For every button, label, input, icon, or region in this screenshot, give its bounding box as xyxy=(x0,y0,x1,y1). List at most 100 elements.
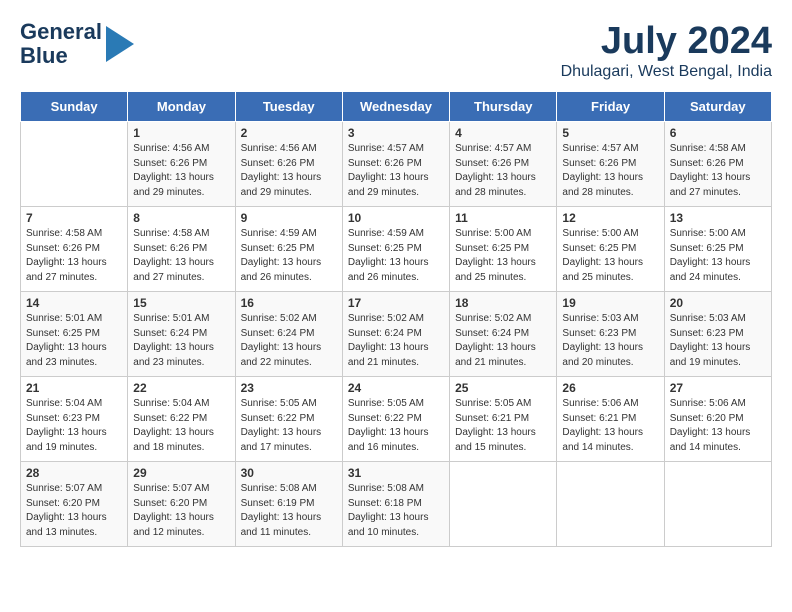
calendar-cell: 18 Sunrise: 5:02 AM Sunset: 6:24 PM Dayli… xyxy=(450,292,557,377)
cell-info: Sunrise: 5:02 AM Sunset: 6:24 PM Dayligh… xyxy=(455,312,551,370)
column-header-thursday: Thursday xyxy=(450,92,557,122)
cell-info: Sunrise: 5:04 AM Sunset: 6:23 PM Dayligh… xyxy=(26,397,122,455)
day-number: 12 xyxy=(562,211,658,225)
day-number: 26 xyxy=(562,381,658,395)
cell-info: Sunrise: 4:56 AM Sunset: 6:26 PM Dayligh… xyxy=(241,142,337,200)
cell-info: Sunrise: 5:04 AM Sunset: 6:22 PM Dayligh… xyxy=(133,397,229,455)
calendar-header-row: SundayMondayTuesdayWednesdayThursdayFrid… xyxy=(21,92,772,122)
cell-info: Sunrise: 5:06 AM Sunset: 6:21 PM Dayligh… xyxy=(562,397,658,455)
calendar-cell: 19Sunrise: 5:03 AM Sunset: 6:23 PM Dayli… xyxy=(557,292,664,377)
cell-info: Sunrise: 5:07 AM Sunset: 6:20 PM Dayligh… xyxy=(26,482,122,540)
day-number: 30 xyxy=(241,466,337,480)
calendar-cell: 9 Sunrise: 4:59 AM Sunset: 6:25 PM Daylig… xyxy=(235,207,342,292)
month-year-title: July 2024 xyxy=(561,20,772,63)
calendar-cell: 2 Sunrise: 4:56 AM Sunset: 6:26 PM Daylig… xyxy=(235,122,342,207)
day-number: 19 xyxy=(562,296,658,310)
calendar-cell: 27Sunrise: 5:06 AM Sunset: 6:20 PM Dayli… xyxy=(664,377,771,462)
column-header-tuesday: Tuesday xyxy=(235,92,342,122)
cell-info: Sunrise: 5:08 AM Sunset: 6:19 PM Dayligh… xyxy=(241,482,337,540)
day-number: 13 xyxy=(670,211,766,225)
week-row-5: 28 Sunrise: 5:07 AM Sunset: 6:20 PM Dayli… xyxy=(21,462,772,547)
cell-info: Sunrise: 5:07 AM Sunset: 6:20 PM Dayligh… xyxy=(133,482,229,540)
day-number: 29 xyxy=(133,466,229,480)
cell-info: Sunrise: 4:57 AM Sunset: 6:26 PM Dayligh… xyxy=(455,142,551,200)
cell-info: Sunrise: 5:02 AM Sunset: 6:24 PM Dayligh… xyxy=(241,312,337,370)
calendar-cell: 7Sunrise: 4:58 AM Sunset: 6:26 PM Daylig… xyxy=(21,207,128,292)
cell-info: Sunrise: 5:00 AM Sunset: 6:25 PM Dayligh… xyxy=(670,227,766,285)
calendar-cell: 15Sunrise: 5:01 AM Sunset: 6:24 PM Dayli… xyxy=(128,292,235,377)
calendar-cell: 17 Sunrise: 5:02 AM Sunset: 6:24 PM Dayli… xyxy=(342,292,449,377)
calendar-table: SundayMondayTuesdayWednesdayThursdayFrid… xyxy=(20,91,772,547)
day-number: 16 xyxy=(241,296,337,310)
cell-info: Sunrise: 4:57 AM Sunset: 6:26 PM Dayligh… xyxy=(562,142,658,200)
week-row-1: 1Sunrise: 4:56 AM Sunset: 6:26 PM Daylig… xyxy=(21,122,772,207)
calendar-cell xyxy=(664,462,771,547)
location-subtitle: Dhulagari, West Bengal, India xyxy=(561,63,772,81)
day-number: 23 xyxy=(241,381,337,395)
calendar-cell xyxy=(450,462,557,547)
day-number: 31 xyxy=(348,466,444,480)
day-number: 6 xyxy=(670,126,766,140)
day-number: 27 xyxy=(670,381,766,395)
cell-info: Sunrise: 4:58 AM Sunset: 6:26 PM Dayligh… xyxy=(133,227,229,285)
calendar-cell: 13 Sunrise: 5:00 AM Sunset: 6:25 PM Dayli… xyxy=(664,207,771,292)
day-number: 17 xyxy=(348,296,444,310)
calendar-cell xyxy=(557,462,664,547)
calendar-cell: 28 Sunrise: 5:07 AM Sunset: 6:20 PM Dayli… xyxy=(21,462,128,547)
cell-info: Sunrise: 5:05 AM Sunset: 6:22 PM Dayligh… xyxy=(348,397,444,455)
day-number: 20 xyxy=(670,296,766,310)
week-row-2: 7Sunrise: 4:58 AM Sunset: 6:26 PM Daylig… xyxy=(21,207,772,292)
cell-info: Sunrise: 4:56 AM Sunset: 6:26 PM Dayligh… xyxy=(133,142,229,200)
calendar-cell: 23 Sunrise: 5:05 AM Sunset: 6:22 PM Dayli… xyxy=(235,377,342,462)
day-number: 18 xyxy=(455,296,551,310)
logo-text: General Blue xyxy=(20,20,102,68)
day-number: 8 xyxy=(133,211,229,225)
calendar-cell: 21Sunrise: 5:04 AM Sunset: 6:23 PM Dayli… xyxy=(21,377,128,462)
column-header-friday: Friday xyxy=(557,92,664,122)
calendar-cell: 25 Sunrise: 5:05 AM Sunset: 6:21 PM Dayli… xyxy=(450,377,557,462)
cell-info: Sunrise: 5:00 AM Sunset: 6:25 PM Dayligh… xyxy=(455,227,551,285)
calendar-cell: 5Sunrise: 4:57 AM Sunset: 6:26 PM Daylig… xyxy=(557,122,664,207)
calendar-cell: 10Sunrise: 4:59 AM Sunset: 6:25 PM Dayli… xyxy=(342,207,449,292)
calendar-cell: 11Sunrise: 5:00 AM Sunset: 6:25 PM Dayli… xyxy=(450,207,557,292)
day-number: 28 xyxy=(26,466,122,480)
page-header: General Blue July 2024 Dhulagari, West B… xyxy=(20,20,772,81)
day-number: 10 xyxy=(348,211,444,225)
cell-info: Sunrise: 5:01 AM Sunset: 6:25 PM Dayligh… xyxy=(26,312,122,370)
cell-info: Sunrise: 5:05 AM Sunset: 6:22 PM Dayligh… xyxy=(241,397,337,455)
calendar-cell: 26 Sunrise: 5:06 AM Sunset: 6:21 PM Dayli… xyxy=(557,377,664,462)
day-number: 2 xyxy=(241,126,337,140)
cell-info: Sunrise: 5:00 AM Sunset: 6:25 PM Dayligh… xyxy=(562,227,658,285)
cell-info: Sunrise: 4:58 AM Sunset: 6:26 PM Dayligh… xyxy=(670,142,766,200)
cell-info: Sunrise: 4:59 AM Sunset: 6:25 PM Dayligh… xyxy=(241,227,337,285)
calendar-cell: 12 Sunrise: 5:00 AM Sunset: 6:25 PM Dayli… xyxy=(557,207,664,292)
logo-icon xyxy=(106,26,134,62)
day-number: 14 xyxy=(26,296,122,310)
day-number: 22 xyxy=(133,381,229,395)
calendar-cell: 24 Sunrise: 5:05 AM Sunset: 6:22 PM Dayli… xyxy=(342,377,449,462)
cell-info: Sunrise: 5:08 AM Sunset: 6:18 PM Dayligh… xyxy=(348,482,444,540)
logo: General Blue xyxy=(20,20,134,68)
day-number: 25 xyxy=(455,381,551,395)
day-number: 3 xyxy=(348,126,444,140)
day-number: 9 xyxy=(241,211,337,225)
calendar-cell: 14 Sunrise: 5:01 AM Sunset: 6:25 PM Dayli… xyxy=(21,292,128,377)
cell-info: Sunrise: 5:02 AM Sunset: 6:24 PM Dayligh… xyxy=(348,312,444,370)
title-block: July 2024 Dhulagari, West Bengal, India xyxy=(561,20,772,81)
calendar-cell: 3Sunrise: 4:57 AM Sunset: 6:26 PM Daylig… xyxy=(342,122,449,207)
calendar-cell: 6 Sunrise: 4:58 AM Sunset: 6:26 PM Daylig… xyxy=(664,122,771,207)
calendar-cell xyxy=(21,122,128,207)
calendar-cell: 29 Sunrise: 5:07 AM Sunset: 6:20 PM Dayli… xyxy=(128,462,235,547)
cell-info: Sunrise: 4:58 AM Sunset: 6:26 PM Dayligh… xyxy=(26,227,122,285)
calendar-cell: 31 Sunrise: 5:08 AM Sunset: 6:18 PM Dayli… xyxy=(342,462,449,547)
day-number: 24 xyxy=(348,381,444,395)
column-header-monday: Monday xyxy=(128,92,235,122)
cell-info: Sunrise: 5:05 AM Sunset: 6:21 PM Dayligh… xyxy=(455,397,551,455)
week-row-4: 21Sunrise: 5:04 AM Sunset: 6:23 PM Dayli… xyxy=(21,377,772,462)
column-header-sunday: Sunday xyxy=(21,92,128,122)
calendar-cell: 4Sunrise: 4:57 AM Sunset: 6:26 PM Daylig… xyxy=(450,122,557,207)
column-header-wednesday: Wednesday xyxy=(342,92,449,122)
calendar-cell: 8 Sunrise: 4:58 AM Sunset: 6:26 PM Daylig… xyxy=(128,207,235,292)
cell-info: Sunrise: 5:03 AM Sunset: 6:23 PM Dayligh… xyxy=(670,312,766,370)
calendar-cell: 20 Sunrise: 5:03 AM Sunset: 6:23 PM Dayli… xyxy=(664,292,771,377)
